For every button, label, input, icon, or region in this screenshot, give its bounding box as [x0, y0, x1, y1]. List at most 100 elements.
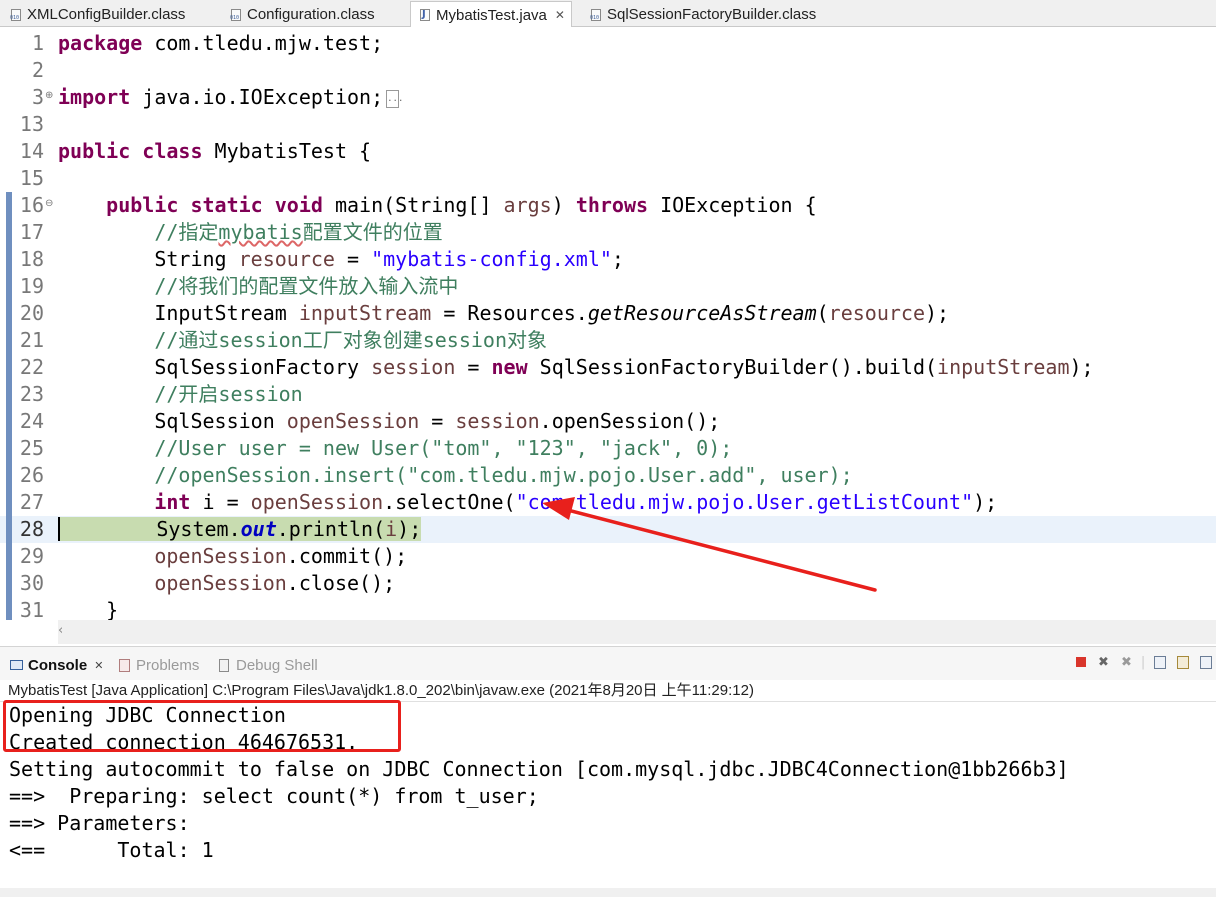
toolbar-separator: |	[1140, 654, 1146, 670]
line-number: 25	[19, 436, 44, 460]
code-line: 3 ⊕ import java.io.IOException;...	[0, 84, 1216, 111]
tab-console[interactable]: Console ✕	[10, 655, 103, 675]
line-number: 21	[19, 328, 44, 352]
code-line: 26 //openSession.insert("com.tledu.mjw.p…	[0, 462, 1216, 489]
problems-icon	[118, 658, 132, 672]
process-description: MybatisTest [Java Application] C:\Progra…	[8, 682, 754, 699]
tab-sqlsessionfactorybuilder[interactable]: SqlSessionFactoryBuilder.class	[590, 2, 816, 27]
tab-label: XMLConfigBuilder.class	[27, 6, 186, 23]
close-icon[interactable]: ✕	[94, 659, 103, 672]
code-text: //User user = new User("tom", "123", "ja…	[154, 436, 733, 460]
line-number: 3	[31, 85, 44, 109]
code-line: 29 openSession.commit();	[0, 543, 1216, 570]
code-text: package com.tledu.mjw.test;	[58, 31, 384, 55]
line-number: 27	[19, 490, 44, 514]
code-line: 1 package com.tledu.mjw.test;	[0, 30, 1216, 57]
console-line: Setting autocommit to false on JDBC Conn…	[9, 757, 1069, 781]
tab-label: Debug Shell	[236, 656, 318, 674]
code-line: 19 //将我们的配置文件放入输入流中	[0, 273, 1216, 300]
code-text: openSession.close();	[154, 571, 396, 595]
console-line: <== Total: 1	[9, 838, 214, 862]
tab-configuration[interactable]: Configuration.class	[230, 2, 375, 27]
code-editor[interactable]: 1 package com.tledu.mjw.test; 2 3 ⊕ impo…	[0, 27, 1216, 620]
remove-launch-icon[interactable]: ✖	[1095, 654, 1112, 671]
java-file-icon	[419, 8, 432, 22]
code-text: public static void main(String[] args) t…	[106, 193, 817, 217]
code-line: 21 //通过session工厂对象创建session对象	[0, 327, 1216, 354]
class-file-icon	[230, 8, 243, 22]
collapse-fold-icon[interactable]: ⊖	[45, 192, 53, 216]
scroll-lock-icon[interactable]	[1174, 654, 1191, 671]
console-toolbar: ✖ ✖ |	[1072, 652, 1216, 672]
tab-problems[interactable]: Problems	[118, 655, 199, 675]
tab-label: Console	[28, 656, 88, 674]
code-text: openSession.commit();	[154, 544, 408, 568]
code-line-current: 28 System.out.println(i);	[0, 516, 1216, 543]
code-line: 24 SqlSession openSession = session.open…	[0, 408, 1216, 435]
line-number: 23	[19, 382, 44, 406]
code-line: 17 //指定mybatis配置文件的位置	[0, 219, 1216, 246]
scroll-left-arrow-icon[interactable]: ‹	[58, 623, 72, 639]
code-line: 15	[0, 165, 1216, 192]
code-text: //openSession.insert("com.tledu.mjw.pojo…	[154, 463, 853, 487]
tab-label: SqlSessionFactoryBuilder.class	[607, 6, 817, 23]
editor-tab-bar: XMLConfigBuilder.class Configuration.cla…	[0, 0, 1216, 28]
line-number: 2	[31, 58, 44, 82]
code-text: InputStream inputStream = Resources.getR…	[58, 301, 950, 325]
code-text: //将我们的配置文件放入输入流中	[154, 274, 459, 298]
line-number: 17	[19, 220, 44, 244]
code-line: 22 SqlSessionFactory session = new SqlSe…	[0, 354, 1216, 381]
line-number: 1	[31, 31, 44, 55]
editor-horizontal-scrollbar[interactable]: ‹	[58, 620, 1216, 644]
code-text: SqlSessionFactory session = new SqlSessi…	[58, 355, 1094, 379]
collapsed-imports-marker[interactable]: ...	[386, 89, 403, 108]
code-line: 18 String resource = "mybatis-config.xml…	[0, 246, 1216, 273]
line-number: 29	[19, 544, 44, 568]
line-number: 31	[19, 598, 44, 620]
tab-label: Configuration.class	[247, 6, 375, 23]
tab-label: Problems	[136, 656, 200, 674]
code-line: 31 }	[0, 597, 1216, 620]
code-text: //通过session工厂对象创建session对象	[154, 328, 547, 352]
line-number: 15	[19, 166, 44, 190]
console-line: ==> Parameters:	[9, 811, 202, 835]
line-number: 26	[19, 463, 44, 487]
console-line: ==> Preparing: select count(*) from t_us…	[9, 784, 539, 808]
class-file-icon	[10, 8, 23, 22]
line-number: 13	[19, 112, 44, 136]
code-text: public class MybatisTest {	[58, 139, 372, 163]
tab-mybatistest[interactable]: MybatisTest.java ✕	[410, 1, 572, 28]
expand-fold-icon[interactable]: ⊕	[45, 84, 53, 108]
line-number: 22	[19, 355, 44, 379]
debug-shell-icon	[218, 658, 232, 672]
tab-label: MybatisTest.java	[436, 6, 547, 24]
line-number: 18	[19, 247, 44, 271]
line-number: 20	[19, 301, 44, 325]
code-text: int i = openSession.selectOne("com.tledu…	[154, 490, 998, 514]
code-line: 13	[0, 111, 1216, 138]
code-text: SqlSession openSession = session.openSes…	[58, 409, 721, 433]
close-icon[interactable]: ✕	[555, 8, 565, 22]
line-number: 19	[19, 274, 44, 298]
tab-xmlconfigbuilder[interactable]: XMLConfigBuilder.class	[10, 2, 185, 27]
line-number: 14	[19, 139, 44, 163]
console-view-tabs: Console ✕ Problems Debug Shell	[0, 646, 1216, 680]
code-line: 25 //User user = new User("tom", "123", …	[0, 435, 1216, 462]
code-line: 23 //开启session	[0, 381, 1216, 408]
code-line: 2	[0, 57, 1216, 84]
code-line: 20 InputStream inputStream = Resources.g…	[0, 300, 1216, 327]
clear-console-icon[interactable]	[1151, 654, 1168, 671]
line-number: 30	[19, 571, 44, 595]
code-line: 30 openSession.close();	[0, 570, 1216, 597]
remove-all-terminated-icon[interactable]: ✖	[1118, 654, 1135, 671]
word-wrap-icon[interactable]	[1197, 654, 1214, 671]
red-highlight-box	[3, 700, 401, 752]
code-text: //开启session	[154, 382, 303, 406]
class-file-icon	[590, 8, 603, 22]
code-text: String resource = "mybatis-config.xml";	[58, 247, 624, 271]
console-horizontal-scrollbar[interactable]	[0, 888, 1216, 897]
code-text: //指定mybatis配置文件的位置	[154, 220, 443, 244]
tab-debug-shell[interactable]: Debug Shell	[218, 655, 318, 675]
terminate-icon[interactable]	[1072, 654, 1089, 671]
line-number: 16	[19, 193, 44, 217]
